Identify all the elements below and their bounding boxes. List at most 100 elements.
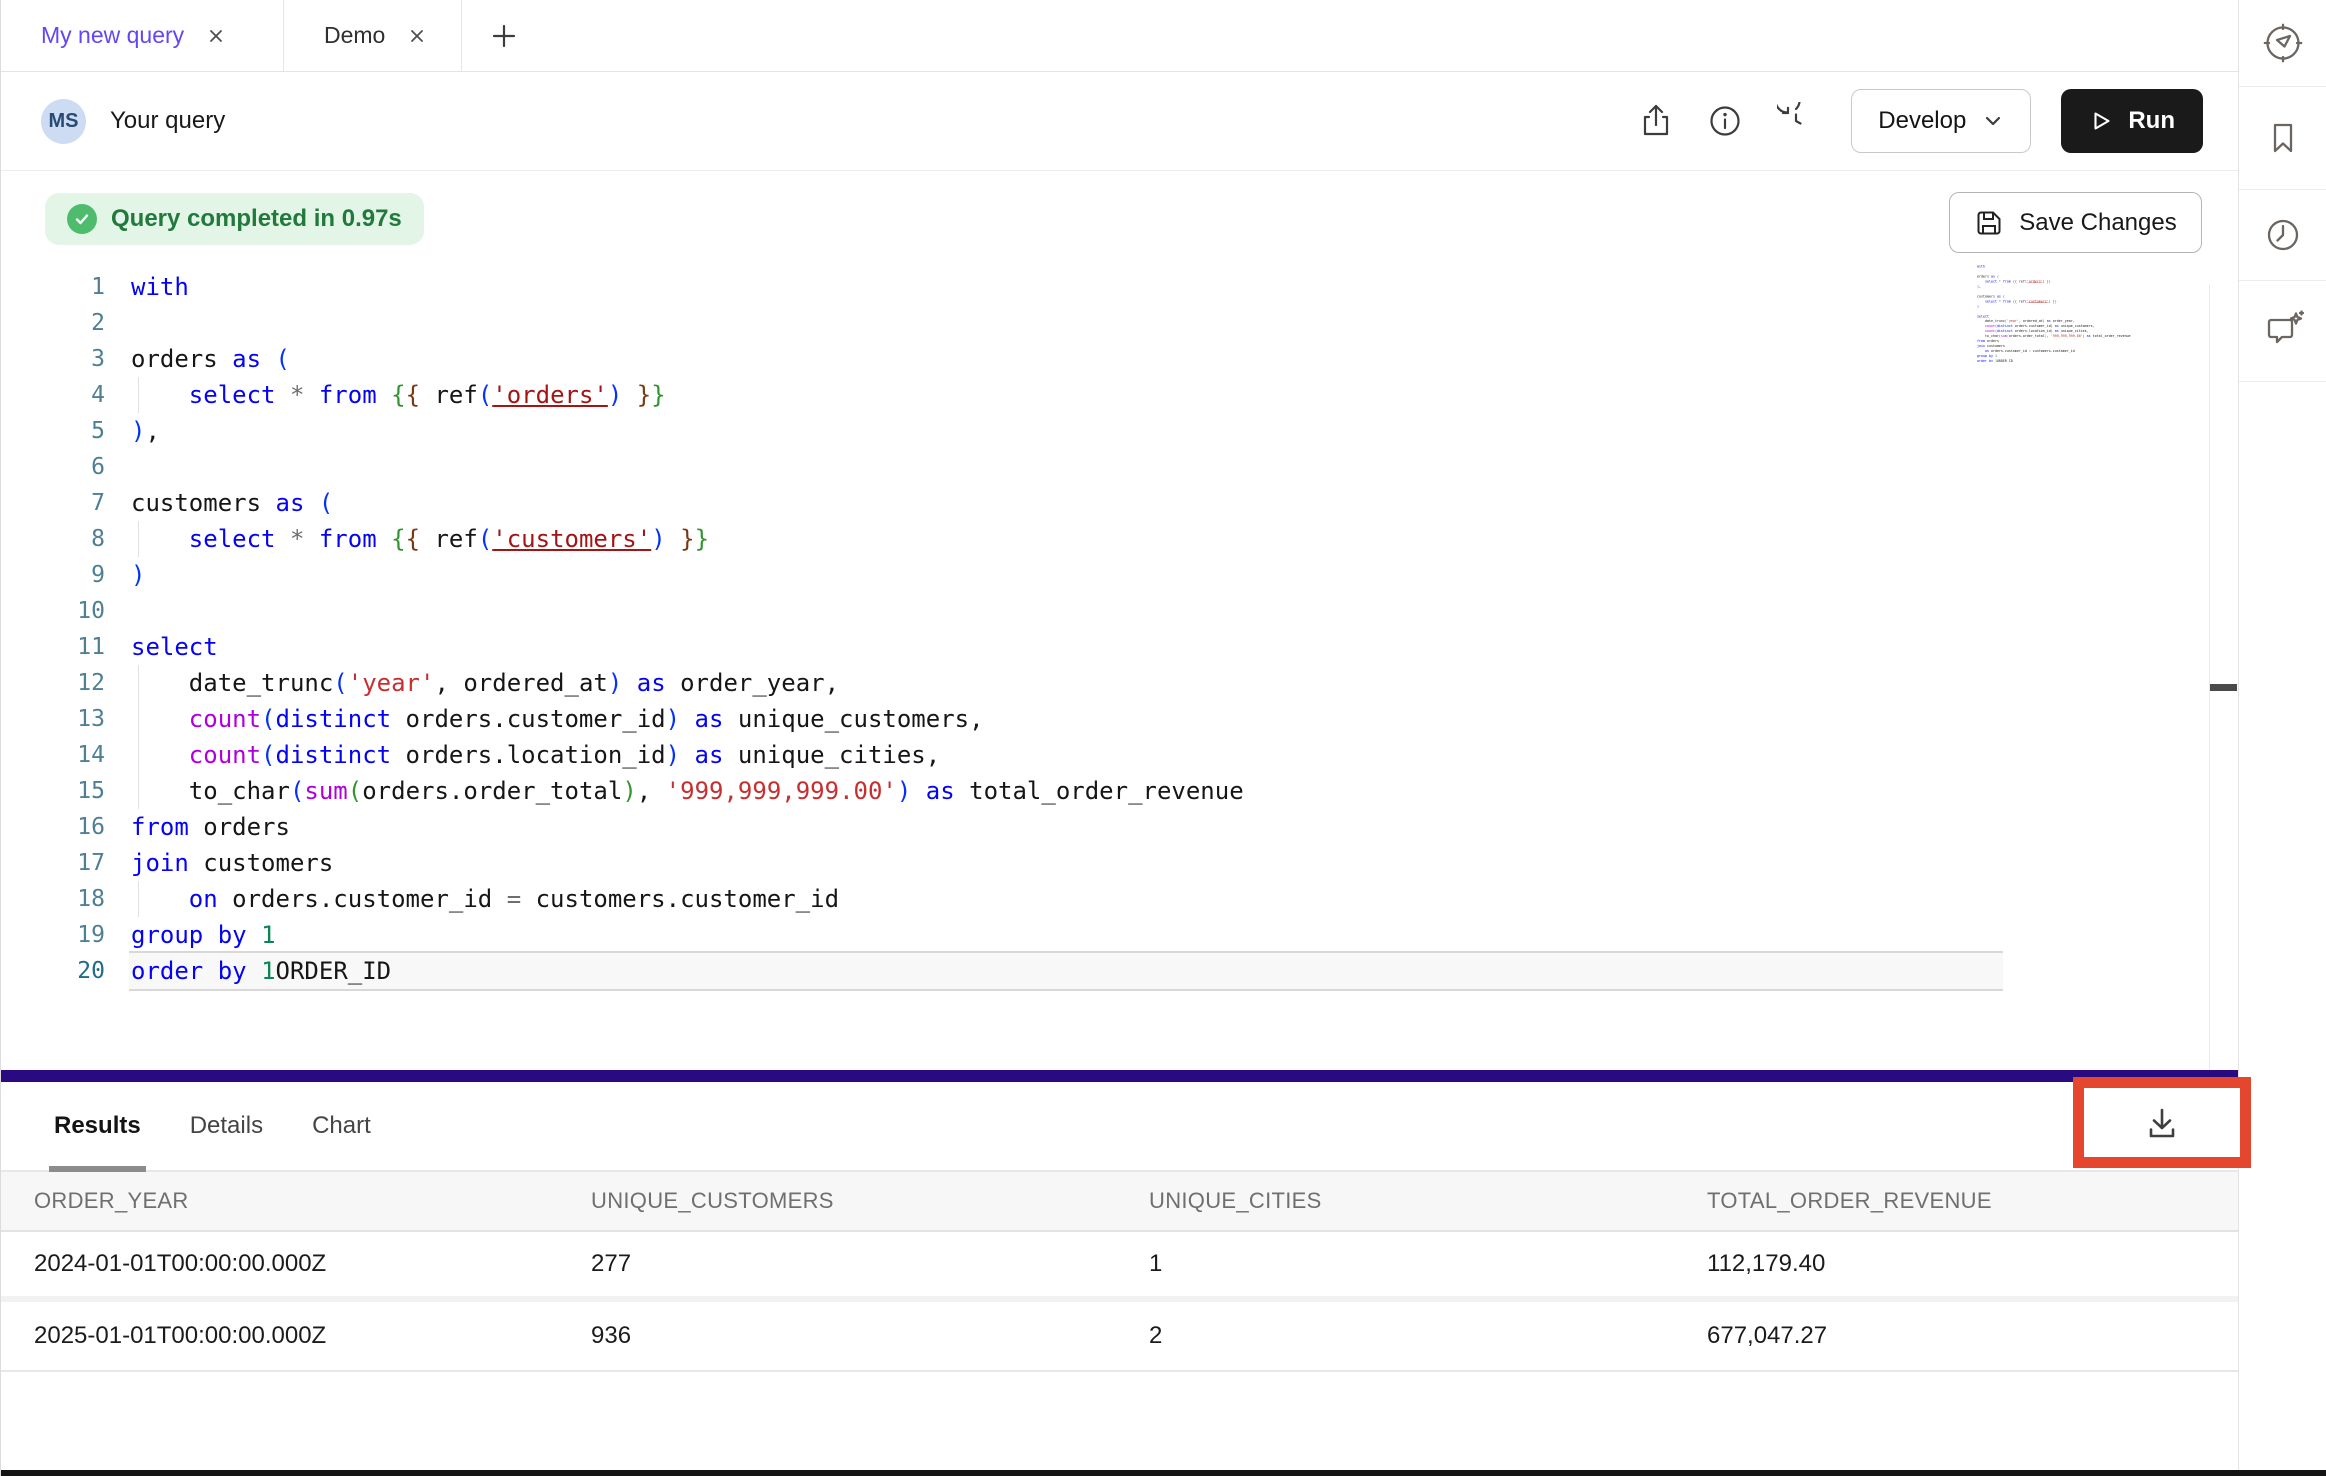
- share-button[interactable]: [1639, 103, 1673, 139]
- code-line[interactable]: 14 count(distinct orders.location_id) as…: [1, 737, 2209, 773]
- column-header: UNIQUE_CUSTOMERS: [591, 1188, 1149, 1214]
- tab-label: Results: [54, 1112, 141, 1140]
- code-line[interactable]: 16from orders: [1, 809, 2209, 845]
- tab-label: Demo: [324, 22, 385, 49]
- share-icon: [1639, 103, 1673, 139]
- code-editor[interactable]: 1with2 3orders as (4 select * from {{ re…: [1, 269, 2209, 989]
- code-line[interactable]: 5),: [1, 413, 2209, 449]
- query-ide-window: My new query Demo MS Your query: [0, 0, 2326, 1476]
- line-number: 2: [1, 305, 105, 341]
- table-cell: 2025-01-01T00:00:00.000Z: [34, 1322, 591, 1350]
- annotation-highlight-box: [2073, 1077, 2251, 1168]
- code-line[interactable]: 1with: [1, 269, 2209, 305]
- line-number: 13: [1, 701, 105, 737]
- code-line[interactable]: 4 select * from {{ ref('orders') }}: [1, 377, 2209, 413]
- line-number: 18: [1, 881, 105, 917]
- code-line[interactable]: 10: [1, 593, 2209, 629]
- code-line[interactable]: 12 date_trunc('year', ordered_at) as ord…: [1, 665, 2209, 701]
- code-line[interactable]: 13 count(distinct orders.customer_id) as…: [1, 701, 2209, 737]
- explore-button[interactable]: [2239, 0, 2326, 87]
- chat-sparkles-icon: [2261, 309, 2305, 353]
- minimap-content: with orders as ( select * from {{ ref('o…: [1977, 264, 2000, 362]
- run-button[interactable]: Run: [2061, 89, 2203, 153]
- download-results-button[interactable]: [2141, 1102, 2183, 1144]
- code-line[interactable]: 11select: [1, 629, 2209, 665]
- line-number: 8: [1, 521, 105, 557]
- line-number: 10: [1, 593, 105, 629]
- code-lines: 1with2 3orders as (4 select * from {{ re…: [1, 269, 2209, 989]
- tab-chart[interactable]: Chart: [312, 1082, 371, 1170]
- column-header: TOTAL_ORDER_REVENUE: [1707, 1188, 2238, 1214]
- code-line[interactable]: 17join customers: [1, 845, 2209, 881]
- line-number: 9: [1, 557, 105, 593]
- editor-scrollbar-thumb[interactable]: [2210, 684, 2237, 691]
- tab-details[interactable]: Details: [190, 1082, 263, 1170]
- editor-tab-bar: My new query Demo: [1, 0, 2238, 72]
- develop-dropdown[interactable]: Develop: [1851, 89, 2031, 153]
- new-tab-button[interactable]: [462, 0, 546, 71]
- results-table-body: 2024-01-01T00:00:00.000Z2771112,179.40 20…: [1, 1232, 2238, 1372]
- line-number: 14: [1, 737, 105, 773]
- table-cell: 277: [591, 1250, 1149, 1278]
- code-line[interactable]: 3orders as (: [1, 341, 2209, 377]
- code-line[interactable]: 18 on orders.customer_id = customers.cus…: [1, 881, 2209, 917]
- bookmarks-button[interactable]: [2239, 87, 2326, 190]
- info-button[interactable]: [1707, 103, 1743, 139]
- editor-scrollbar-track: [2209, 285, 2210, 1070]
- minimap[interactable]: with orders as ( select * from {{ ref('o…: [1977, 264, 2141, 362]
- compass-icon: [2262, 22, 2304, 64]
- line-number: 17: [1, 845, 105, 881]
- close-icon[interactable]: [206, 26, 226, 46]
- code-line[interactable]: 19group by 1: [1, 917, 2209, 953]
- history-icon: [1777, 102, 1815, 140]
- table-cell: 1: [1149, 1250, 1707, 1278]
- table-cell: 677,047.27: [1707, 1322, 2238, 1350]
- plus-icon: [491, 23, 517, 49]
- table-cell: 2: [1149, 1322, 1707, 1350]
- window-bottom-edge: [1, 1470, 2326, 1476]
- close-icon[interactable]: [407, 26, 427, 46]
- query-title: Your query: [110, 107, 225, 135]
- line-number: 6: [1, 449, 105, 485]
- tab-my-new-query[interactable]: My new query: [1, 0, 284, 71]
- clock-icon: [2263, 215, 2303, 255]
- line-number: 3: [1, 341, 105, 377]
- check-circle-icon: [67, 204, 97, 234]
- save-changes-button[interactable]: Save Changes: [1949, 192, 2202, 253]
- tab-label: Chart: [312, 1112, 371, 1140]
- line-number: 1: [1, 269, 105, 305]
- develop-label: Develop: [1878, 107, 1966, 135]
- line-number: 12: [1, 665, 105, 701]
- results-table: ORDER_YEAR UNIQUE_CUSTOMERS UNIQUE_CITIE…: [1, 1172, 2238, 1372]
- code-line[interactable]: 9): [1, 557, 2209, 593]
- code-line[interactable]: 2: [1, 305, 2209, 341]
- right-icon-sidebar: [2238, 0, 2326, 1476]
- panel-resize-divider[interactable]: [1, 1070, 2238, 1082]
- avatar: MS: [41, 99, 86, 144]
- save-label: Save Changes: [2019, 209, 2176, 237]
- results-table-header: ORDER_YEAR UNIQUE_CUSTOMERS UNIQUE_CITIE…: [1, 1172, 2238, 1232]
- status-message: Query completed in 0.97s: [111, 205, 402, 233]
- line-number: 7: [1, 485, 105, 521]
- table-cell: 112,179.40: [1707, 1250, 2238, 1278]
- table-cell: 936: [591, 1322, 1149, 1350]
- history-sidebar-button[interactable]: [2239, 190, 2326, 281]
- play-icon: [2089, 109, 2113, 133]
- code-line[interactable]: 6: [1, 449, 2209, 485]
- assistant-button[interactable]: [2239, 281, 2326, 382]
- code-line[interactable]: 8 select * from {{ ref('customers') }}: [1, 521, 2209, 557]
- line-number: 4: [1, 377, 105, 413]
- query-header: MS Your query Develop: [1, 72, 2238, 171]
- line-number: 20: [1, 953, 105, 989]
- code-line[interactable]: 15 to_char(sum(orders.order_total), '999…: [1, 773, 2209, 809]
- tab-results[interactable]: Results: [54, 1082, 141, 1170]
- line-number: 15: [1, 773, 105, 809]
- history-button[interactable]: [1777, 102, 1815, 140]
- line-number: 11: [1, 629, 105, 665]
- table-row: 2024-01-01T00:00:00.000Z2771112,179.40: [1, 1232, 2238, 1302]
- info-icon: [1707, 103, 1743, 139]
- code-line[interactable]: 20order by 1ORDER_ID: [1, 953, 2209, 989]
- line-number: 5: [1, 413, 105, 449]
- code-line[interactable]: 7customers as (: [1, 485, 2209, 521]
- tab-demo[interactable]: Demo: [284, 0, 462, 71]
